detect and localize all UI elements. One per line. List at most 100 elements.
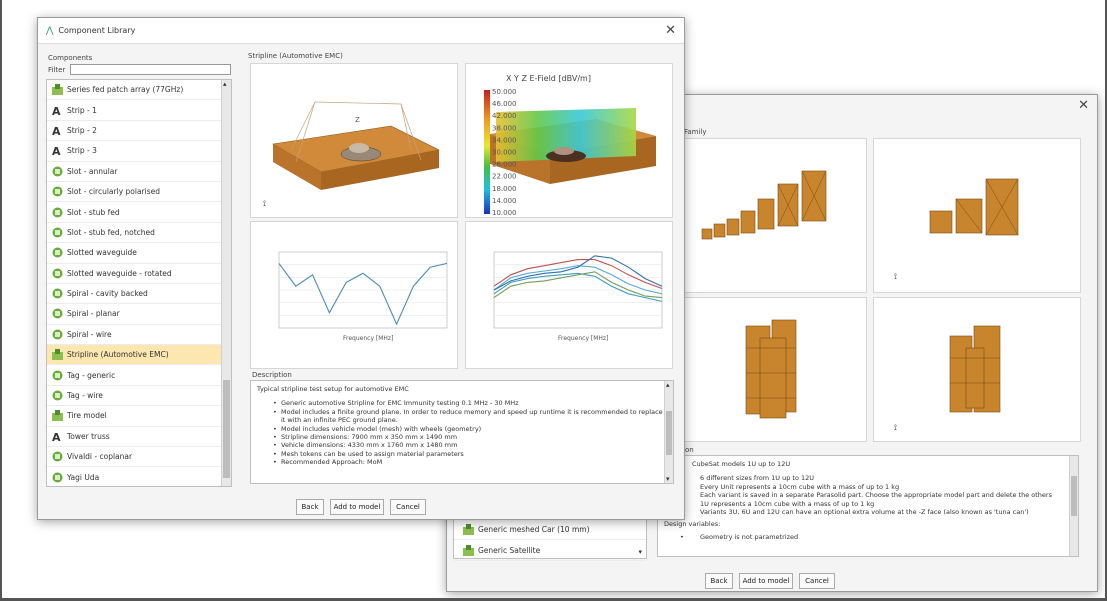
chevron-down-icon[interactable]: ▾ (666, 475, 670, 483)
component-list-items: Series fed patch array (77GHz) A Strip - 1… (47, 80, 221, 486)
cube-icon (51, 247, 63, 259)
close-icon[interactable]: ✕ (665, 23, 676, 38)
chart-x-axis-label: Frequency [MHz] (343, 335, 393, 342)
component-list-item[interactable]: Tag - wire (47, 386, 221, 407)
cubesat-row-render (701, 170, 827, 240)
chart-series-line (278, 262, 448, 326)
cube-icon (51, 267, 63, 279)
patch-icon (51, 410, 63, 422)
component-list-item-label: Tire model (67, 411, 107, 421)
patch-icon (51, 349, 63, 361)
add-to-model-button[interactable]: Add to model (739, 573, 793, 589)
cubesat-12u-render: ⟟ (894, 325, 1001, 432)
filter-input[interactable] (70, 64, 231, 75)
wire-a-icon: A (51, 145, 63, 157)
description-title: Typical stripline test setup for automot… (257, 385, 409, 393)
component-list-item[interactable]: Spiral - cavity backed (47, 284, 221, 305)
component-list-item[interactable]: Stripline (Automotive EMC) (47, 345, 221, 366)
cubesat-image-3[interactable] (683, 297, 867, 442)
component-list-item[interactable]: A Strip - 1 (47, 100, 221, 121)
component-list-item-label: Slot - annular (67, 166, 118, 176)
component-list-item[interactable]: A Strip - 3 (47, 141, 221, 162)
component-list-scrollbar[interactable]: ▴ (221, 80, 231, 486)
axes-icon: ⟟ (894, 423, 897, 432)
chevron-up-icon[interactable]: ▴ (666, 381, 670, 389)
component-list-item[interactable]: Slot - circularly polarised (47, 182, 221, 203)
component-list-item[interactable]: Slot - stub fed, notched (47, 223, 221, 244)
component-list-item[interactable]: Vivaldi - coplanar (47, 447, 221, 468)
design-variables-label: Design variables: (664, 520, 721, 529)
description-bullet: Recommended Approach: MoM (257, 458, 667, 467)
component-list-item-label: Slot - stub fed, notched (67, 227, 155, 237)
colorbar-tick-label: 26.000 (492, 161, 517, 169)
component-list-item-label: Series fed patch array (77GHz) (67, 85, 184, 95)
chevron-up-icon[interactable]: ▴ (223, 80, 227, 88)
description-bullet: Generic automotive Stripline for EMC Imm… (257, 399, 667, 408)
component-list-item[interactable]: Series fed patch array (77GHz) (47, 80, 221, 101)
component-list-item[interactable]: Slot - stub fed (47, 202, 221, 223)
axes-icon: ⟟ (894, 272, 897, 281)
component-list-item-label: Yagi Uda (67, 472, 100, 482)
component-list-item[interactable]: Slotted waveguide - rotated (47, 264, 221, 284)
description-bullet: Model includes a finite ground plane. In… (257, 408, 667, 425)
component-list-item[interactable]: A Tower truss (47, 427, 221, 448)
patch-icon (462, 544, 474, 556)
description-panel[interactable]: Typical stripline test setup for automot… (250, 380, 674, 484)
component-list-item[interactable]: Tag - generic (47, 365, 221, 386)
cubesat-image-2[interactable]: ⟟ (873, 138, 1081, 293)
back-button[interactable]: Back (296, 499, 324, 515)
colorbar-tick-label: 34.000 (492, 136, 517, 144)
component-list-item[interactable]: Slot - annular (47, 162, 221, 182)
colorbar-tick-label: 10.000 (492, 209, 517, 217)
component-list[interactable]: Series fed patch array (77GHz) A Strip - 1… (46, 79, 232, 487)
cube-icon (51, 226, 63, 238)
wire-a-icon: A (51, 430, 63, 442)
colorbar-tick-label: 42.000 (492, 112, 517, 120)
component-list-item[interactable]: Spiral - wire (47, 325, 221, 346)
stripline-3d-image[interactable]: Z ⟟ (250, 63, 458, 218)
cancel-button[interactable]: Cancel (390, 499, 426, 515)
list-item[interactable]: Generic Satellite (454, 540, 646, 561)
component-list-item-label: Spiral - cavity backed (67, 289, 148, 299)
chart-1-panel[interactable]: Frequency [MHz] (250, 221, 458, 369)
add-to-model-button[interactable]: Add to model (330, 499, 384, 515)
cancel-button[interactable]: Cancel (799, 573, 835, 589)
chart-series-line (493, 265, 663, 295)
component-list-item[interactable]: A Strip - 2 (47, 121, 221, 142)
back-component-list[interactable]: Generic meshed Car (10 mm) Generic Satel… (453, 519, 647, 561)
component-list-item[interactable]: Slotted waveguide (47, 243, 221, 264)
component-list-item-label: Strip - 3 (67, 146, 97, 156)
colorbar-tick-label: 46.000 (492, 100, 517, 108)
description-scrollbar[interactable]: ▴ ▾ (664, 381, 673, 483)
chart-2-panel[interactable]: Frequency [MHz] (465, 221, 673, 369)
component-list-item[interactable]: Spiral - planar (47, 304, 221, 325)
close-icon[interactable]: ✕ (1078, 98, 1089, 113)
cubesat-image-1[interactable] (683, 138, 867, 293)
svg-text:A: A (52, 125, 61, 136)
component-list-item[interactable]: Yagi Uda (47, 467, 221, 486)
description-title: CubeSat models 1U up to 12U (692, 460, 791, 468)
component-list-item-label: Strip - 1 (67, 105, 97, 115)
filter-label: Filter (48, 66, 66, 74)
colorbar-ticks: 50.000 46.000 42.000 38.000 34.000 30.000 26.0… (492, 88, 517, 217)
back-button[interactable]: Back (705, 573, 733, 589)
chevron-down-icon[interactable]: ▾ (638, 548, 642, 556)
cubesat-image-4[interactable]: ⟟ (873, 297, 1081, 442)
colorbar-tick-label: 18.000 (492, 185, 517, 193)
patch-icon (462, 524, 474, 536)
wire-a-icon: A (51, 104, 63, 116)
patch-icon (51, 84, 63, 96)
description-bullet: 6 different sizes from 1U up to 12U (664, 474, 1072, 483)
description-bullet: Mesh tokens can be used to assign materi… (257, 450, 667, 459)
description-label: Description (252, 371, 292, 379)
efield-image[interactable]: X Y Z E-Field [dBV/m] 50.000 46.000 42.000… (465, 63, 673, 218)
description-bullet: 1U represents a 10cm cube with a mass of… (664, 500, 1072, 509)
description-bullet: Each variant is saved in a separate Para… (664, 491, 1072, 500)
back-description-panel[interactable]: CubeSat models 1U up to 12U 6 different … (657, 455, 1079, 557)
description-bullet: Model includes vehicle model (mesh) with… (257, 425, 667, 434)
efield-title: X Y Z E-Field [dBV/m] (506, 74, 591, 83)
component-list-item[interactable]: Tire model (47, 406, 221, 427)
svg-text:Z: Z (355, 116, 360, 124)
list-item[interactable]: Generic meshed Car (10 mm) (454, 520, 646, 541)
description-scrollbar[interactable] (1069, 456, 1078, 556)
